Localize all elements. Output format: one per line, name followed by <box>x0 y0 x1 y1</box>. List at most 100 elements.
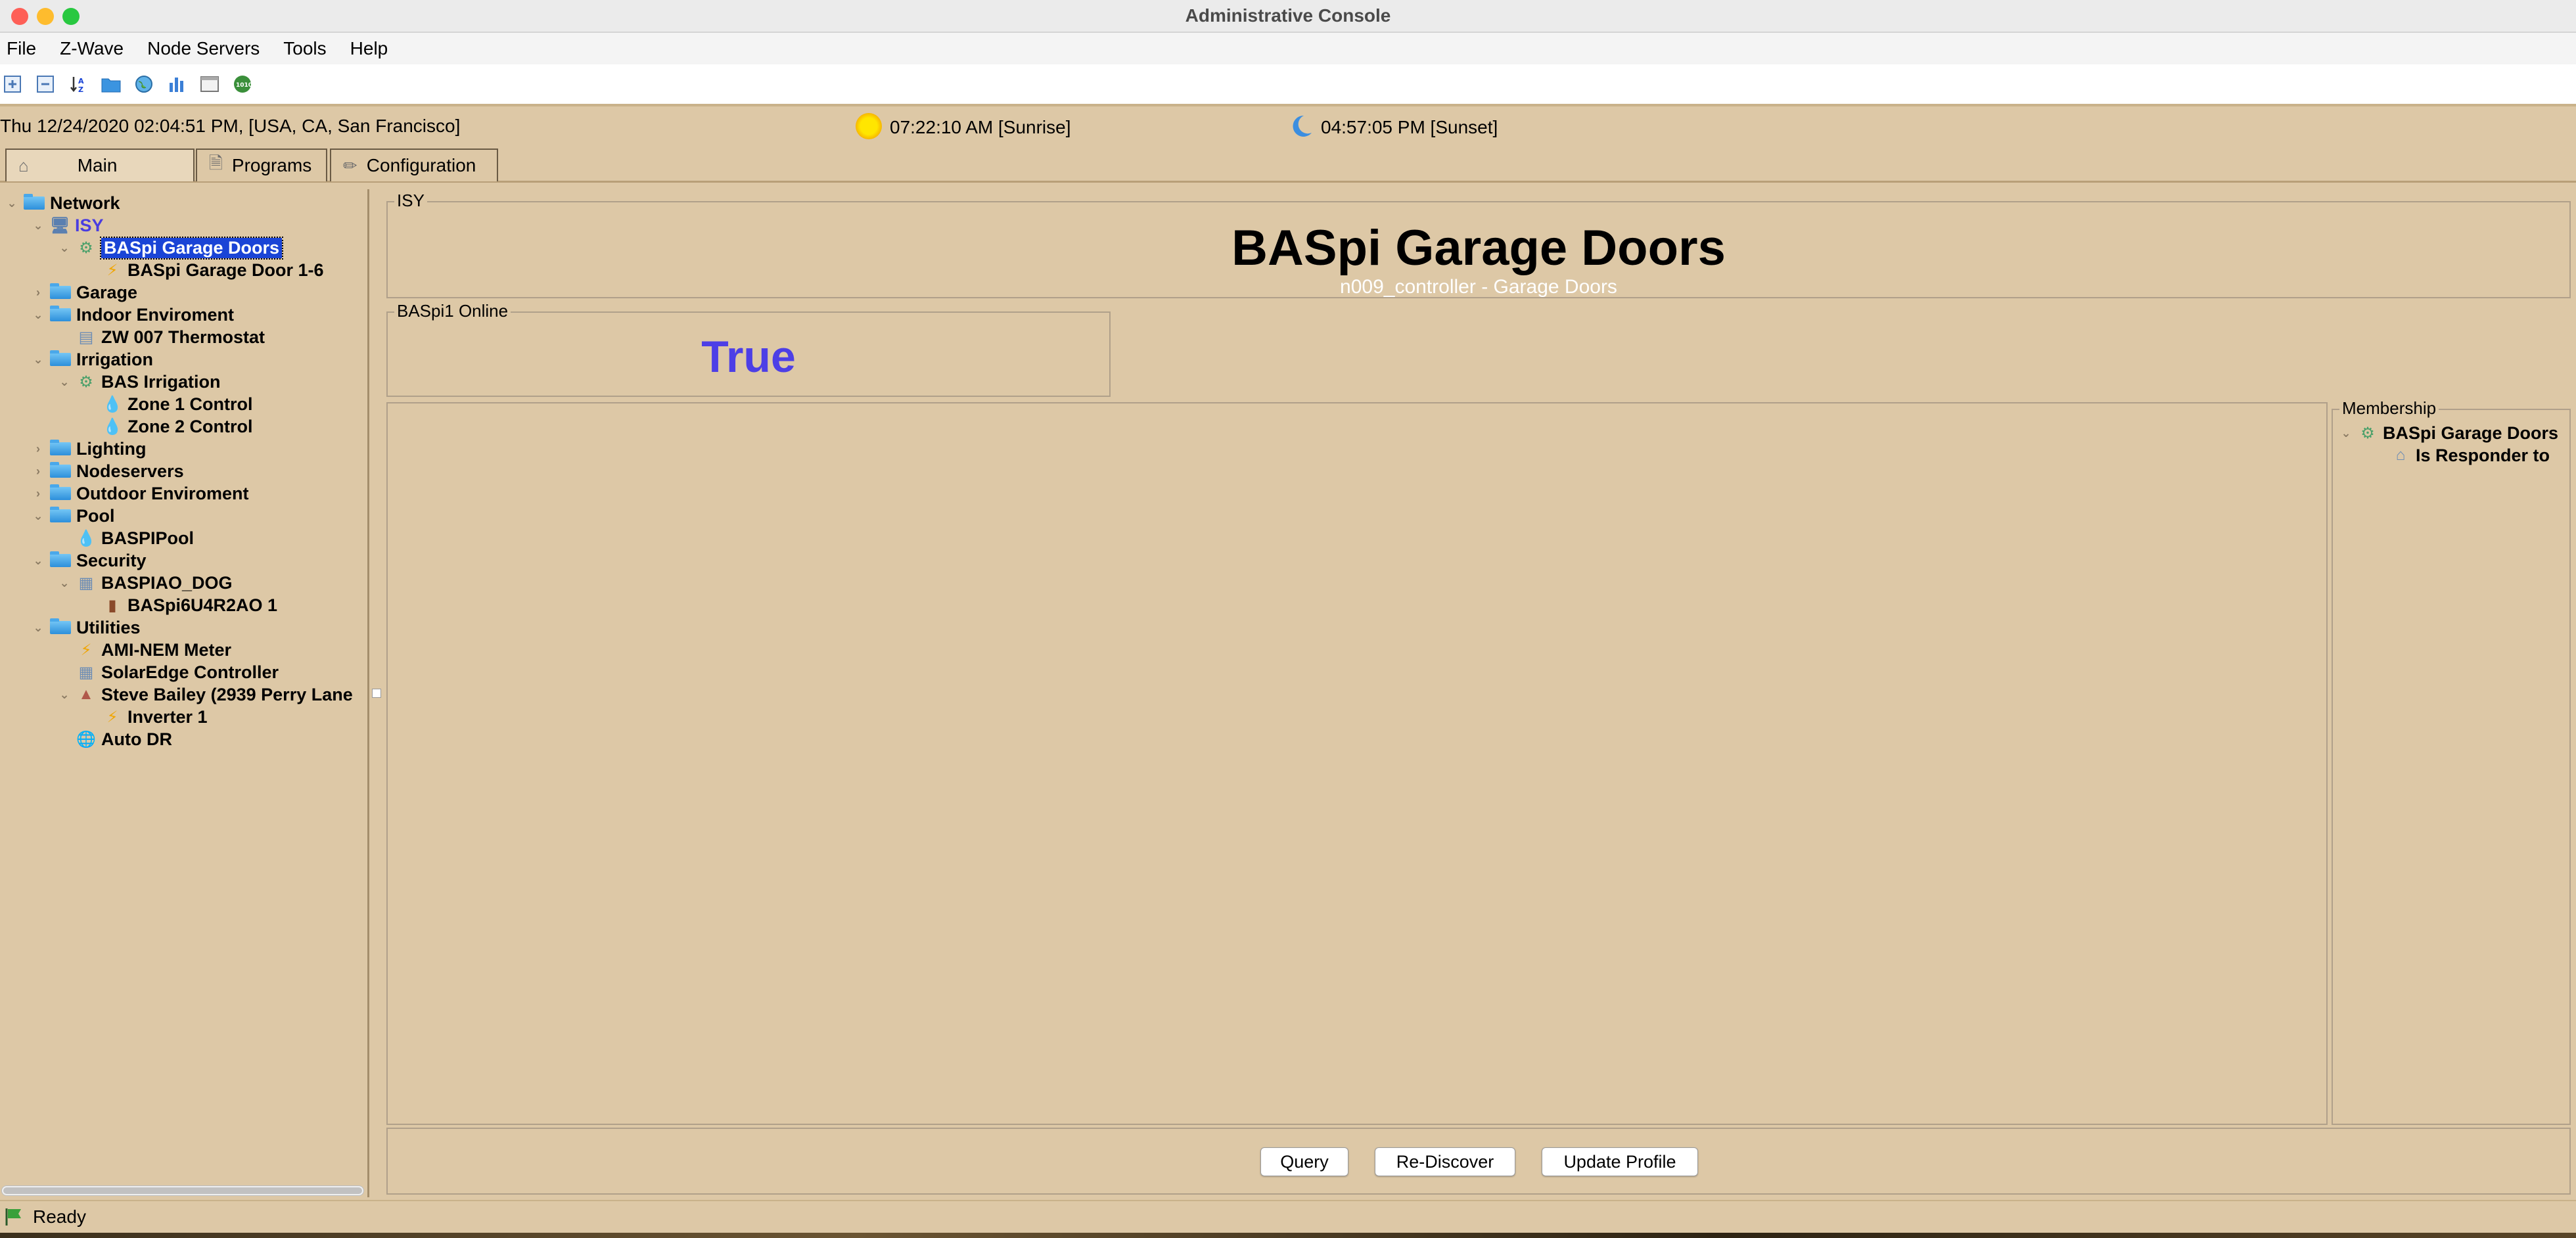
folder-icon <box>50 618 71 634</box>
computer-icon: 🖥 <box>50 216 70 235</box>
status-group: BASpi1 Online True <box>386 301 1111 397</box>
expand-icon[interactable]: › <box>33 465 43 478</box>
tree-item-bas-irrigation[interactable]: ⌄ ⚙ BAS Irrigation <box>59 371 221 393</box>
tree-item-security[interactable]: ⌄ Security <box>33 549 147 572</box>
thermostat-icon: ▤ <box>78 328 94 346</box>
tree-label-selected: BASpi Garage Doors <box>99 236 284 260</box>
tree-label: Garage <box>76 282 138 302</box>
expand-icon[interactable]: › <box>33 442 43 456</box>
collapse-icon[interactable]: ⌄ <box>59 375 70 389</box>
water-drop-icon: 💧 <box>76 529 96 547</box>
collapse-all-icon[interactable] <box>35 74 55 94</box>
svg-text:1010: 1010 <box>236 82 252 89</box>
tree-item-steve-bailey[interactable]: ⌄ ▲ Steve Bailey (2939 Perry Lane <box>59 683 352 706</box>
status-value: True <box>701 332 796 382</box>
globe-icon[interactable] <box>134 74 154 94</box>
menu-help[interactable]: Help <box>344 38 396 59</box>
status-text: Ready <box>33 1206 86 1227</box>
tree-label: Zone 2 Control <box>127 416 253 436</box>
membership-item[interactable]: ⌄ ⚙ BASpi Garage Doors <box>2341 422 2558 444</box>
tree-label: BAS Irrigation <box>101 371 221 392</box>
scrollbar-thumb[interactable] <box>3 1187 362 1194</box>
collapse-icon[interactable]: ⌄ <box>33 509 43 523</box>
tree-item-isy[interactable]: ⌄ 🖥 ISY <box>33 214 103 237</box>
membership-sub-item[interactable]: ⌂ Is Responder to <box>2391 444 2550 467</box>
tree-item-zw007-thermostat[interactable]: ▤ ZW 007 Thermostat <box>76 326 265 348</box>
expand-all-icon[interactable] <box>3 74 22 94</box>
sort-icon[interactable]: AZ <box>68 74 88 94</box>
tree-item-inverter-1[interactable]: ⚡ Inverter 1 <box>103 706 208 728</box>
tab-main[interactable]: ⌂ Main <box>5 149 195 181</box>
tree-item-nodeservers[interactable]: › Nodeservers <box>33 460 184 482</box>
collapse-icon[interactable]: ⌄ <box>33 621 43 635</box>
menu-file[interactable]: File <box>0 38 44 59</box>
collapse-icon[interactable]: ⌄ <box>59 688 70 702</box>
tree-item-ami-nem-meter[interactable]: ⚡ AMI-NEM Meter <box>76 639 231 661</box>
door-icon: ▮ <box>108 596 117 614</box>
node-subtitle: n009_controller - Garage Doors <box>1340 276 1617 298</box>
tree-item-garage[interactable]: › Garage <box>33 281 137 304</box>
device-icon[interactable]: 1010 <box>233 74 252 94</box>
collapse-icon[interactable]: ⌄ <box>33 308 43 322</box>
window-icon[interactable] <box>200 74 219 94</box>
keypad-icon: ▦ <box>78 663 94 681</box>
folder-icon <box>50 462 71 478</box>
water-drop-icon: 💧 <box>103 417 122 436</box>
house-icon: ⌂ <box>2395 446 2406 464</box>
node-title: BASpi Garage Doors <box>1231 220 1726 276</box>
home-icon: ⌂ <box>18 155 29 175</box>
rediscover-button[interactable]: Re-Discover <box>1375 1147 1515 1176</box>
tree-item-pool[interactable]: ⌄ Pool <box>33 505 114 527</box>
collapse-icon[interactable]: ⌄ <box>7 196 17 210</box>
folder-icon <box>50 484 71 500</box>
tree-item-solaredge-controller[interactable]: ▦ SolarEdge Controller <box>76 661 279 683</box>
collapse-icon[interactable]: ⌄ <box>59 576 70 590</box>
collapse-icon[interactable]: ⌄ <box>33 554 43 568</box>
tree-item-zone-1-control[interactable]: 💧 Zone 1 Control <box>103 393 253 415</box>
tree-item-irrigation[interactable]: ⌄ Irrigation <box>33 348 153 371</box>
tree-item-auto-dr[interactable]: 🌐 Auto DR <box>76 728 172 750</box>
tree-item-lighting[interactable]: › Lighting <box>33 438 146 460</box>
tree-item-baspi6u4r2ao[interactable]: ▮ BASpi6U4R2AO 1 <box>103 594 277 616</box>
window-title: Administrative Console <box>1185 5 1391 26</box>
tree-item-indoor-enviroment[interactable]: ⌄ Indoor Enviroment <box>33 304 234 326</box>
collapse-icon[interactable]: ⌄ <box>33 353 43 367</box>
tree-label: Utilities <box>76 617 141 637</box>
folder-icon <box>24 194 45 210</box>
tree-item-network[interactable]: ⌄ Network <box>7 192 120 214</box>
tab-configuration[interactable]: ✏ Configuration <box>330 149 498 181</box>
tree-item-baspipool[interactable]: 💧 BASPIPool <box>76 527 194 549</box>
collapse-icon[interactable]: ⌄ <box>2341 426 2351 440</box>
chart-icon[interactable] <box>167 74 187 94</box>
update-profile-button[interactable]: Update Profile <box>1542 1147 1698 1176</box>
tree-label: Nodeservers <box>76 461 184 481</box>
tree-item-baspiao-dog[interactable]: ⌄ ▦ BASPIAO_DOG <box>59 572 232 594</box>
title-bar: Administrative Console <box>0 0 2576 33</box>
expand-icon[interactable]: › <box>33 487 43 501</box>
tree-item-utilities[interactable]: ⌄ Utilities <box>33 616 141 639</box>
menu-node-servers[interactable]: Node Servers <box>141 38 267 59</box>
tree-item-baspi-garage-door-1-6[interactable]: ⚡ BASpi Garage Door 1-6 <box>103 259 324 281</box>
splitter-handle[interactable] <box>372 689 381 698</box>
tree-horizontal-scrollbar[interactable] <box>1 1185 364 1196</box>
tree-label: Auto DR <box>101 729 172 749</box>
desktop-strip <box>0 1233 2576 1238</box>
sunset-time: 04:57:05 PM [Sunset] <box>1321 117 1498 137</box>
expand-icon[interactable]: › <box>33 286 43 300</box>
folder-icon[interactable] <box>101 74 121 94</box>
status-label: BASpi1 Online <box>394 301 511 321</box>
menu-zwave[interactable]: Z-Wave <box>53 38 131 59</box>
programs-icon: 🗎 <box>209 153 223 173</box>
tree-label: SolarEdge Controller <box>101 662 279 682</box>
tab-programs[interactable]: 🗎 Programs <box>196 149 327 181</box>
tree-item-outdoor-enviroment[interactable]: › Outdoor Enviroment <box>33 482 249 505</box>
tree-label: Security <box>76 550 147 570</box>
tree-item-zone-2-control[interactable]: 💧 Zone 2 Control <box>103 415 253 438</box>
tree-label: Zone 1 Control <box>127 394 253 414</box>
collapse-icon[interactable]: ⌄ <box>59 241 70 255</box>
menu-tools[interactable]: Tools <box>277 38 334 59</box>
tab-bar: ⌂ Main 🗎 Programs ✏ Configuration <box>0 146 2576 183</box>
collapse-icon[interactable]: ⌄ <box>33 219 43 233</box>
query-button[interactable]: Query <box>1260 1147 1348 1176</box>
tree-item-baspi-garage-doors[interactable]: ⌄ ⚙ BASpi Garage Doors <box>59 236 284 260</box>
